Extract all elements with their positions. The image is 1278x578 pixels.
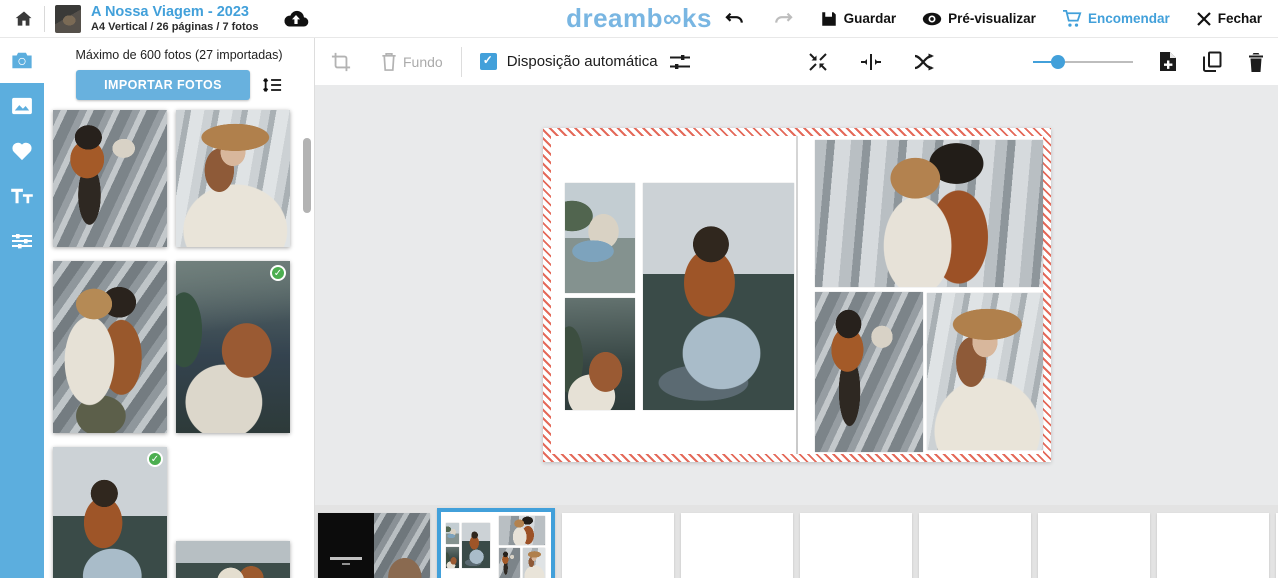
page-thumb-empty[interactable] [800, 513, 912, 578]
left-icon-rail [0, 38, 44, 578]
project-cover-thumbnail [55, 5, 81, 33]
photo-couple-in-rowboat[interactable] [176, 541, 290, 578]
photo-man-leaning-on-marble-rocks[interactable] [53, 110, 167, 247]
text-icon [10, 187, 34, 205]
photo-woman-in-hat-white-sweater[interactable] [176, 110, 290, 247]
sort-order-icon[interactable] [262, 75, 282, 95]
photo-couple-selfie-on-rocks[interactable] [53, 261, 167, 433]
divider [44, 6, 45, 32]
top-bar: A Nossa Viagem - 2023 A4 Vertical / 26 p… [0, 0, 1278, 38]
page-thumb-empty[interactable] [1157, 513, 1269, 578]
delete-page-icon[interactable] [1248, 52, 1264, 72]
spread-left-page[interactable] [551, 136, 796, 454]
sidebar-item-settings[interactable] [0, 218, 44, 263]
eye-icon [922, 11, 942, 27]
editor-toolbar: Fundo Disposição automática [315, 38, 1278, 85]
spread-photo-red-haired-woman-by-lake[interactable] [565, 298, 635, 410]
duplicate-page-icon[interactable] [1203, 51, 1222, 72]
spread-photo-woman-in-hat-portrait[interactable] [927, 293, 1043, 450]
cover-front-black [318, 513, 374, 578]
sidebar-item-layouts[interactable] [0, 83, 44, 128]
page-thumb-empty[interactable] [919, 513, 1031, 578]
page-thumb-empty[interactable] [1038, 513, 1150, 578]
page-thumbnail-strip [315, 505, 1278, 578]
background-button[interactable]: Fundo [381, 52, 443, 71]
photo-woman-lying-by-lake[interactable]: ✓ [176, 261, 290, 433]
page-thumb-empty[interactable] [562, 513, 674, 578]
cloud-upload-icon [283, 9, 309, 29]
zoom-slider-knob[interactable] [1051, 55, 1065, 69]
sidebar-item-favorites[interactable] [0, 128, 44, 173]
order-label: Encomendar [1088, 11, 1170, 26]
page-thumb-empty[interactable] [681, 513, 793, 578]
photo-used-badge: ✓ [270, 265, 286, 281]
save-label: Guardar [844, 11, 897, 26]
divider [461, 47, 462, 77]
home-icon[interactable] [14, 9, 34, 29]
close-icon [1196, 11, 1212, 27]
order-button[interactable]: Encomendar [1062, 10, 1170, 28]
spread-photo-woman-in-boat-small[interactable] [565, 183, 635, 293]
trash-icon [381, 52, 397, 71]
auto-layout-label: Disposição automática [507, 53, 658, 70]
spread-photo-man-in-boat-large[interactable] [643, 183, 794, 410]
save-button[interactable]: Guardar [820, 10, 897, 28]
project-title: A Nossa Viagem - 2023 [91, 4, 259, 21]
sidebar-item-import-photos[interactable] [0, 38, 44, 83]
spread-photo-man-leaning-on-rocks[interactable] [815, 292, 923, 452]
background-label: Fundo [403, 54, 443, 70]
page-thumb-current-spread[interactable] [437, 508, 555, 578]
collapse-arrows-icon[interactable] [808, 52, 828, 72]
zoom-slider[interactable] [1033, 55, 1133, 69]
photo-used-badge: ✓ [147, 451, 163, 467]
auto-layout-checkbox[interactable] [480, 53, 497, 70]
photo-limit-text: Máximo de 600 fotos (27 importadas) [44, 38, 314, 62]
sidebar-item-text[interactable] [0, 173, 44, 218]
photo-grid: ✓ ✓ [44, 100, 314, 578]
import-photos-button[interactable]: IMPORTAR FOTOS [76, 70, 250, 100]
editor-canvas [315, 85, 1278, 505]
preview-label: Pré-visualizar [948, 11, 1036, 26]
close-label: Fechar [1218, 11, 1262, 26]
book-spread [543, 128, 1051, 462]
photo-panel: Máximo de 600 fotos (27 importadas) IMPO… [44, 38, 315, 578]
page-thumb-cover[interactable] [318, 513, 430, 578]
align-center-horizontal-icon[interactable] [860, 53, 882, 71]
crop-button[interactable] [331, 52, 351, 72]
heart-icon [11, 141, 33, 161]
dreambooks-logo: dreamb∞ks [566, 3, 712, 34]
camera-icon [11, 51, 33, 70]
save-icon [820, 10, 838, 28]
close-button[interactable]: Fechar [1196, 11, 1262, 27]
image-icon [11, 97, 33, 115]
panel-scrollbar[interactable] [303, 138, 311, 213]
redo-icon[interactable] [772, 10, 794, 28]
spread-right-page[interactable] [798, 136, 1043, 454]
tune-icon [12, 232, 32, 250]
cover-back-photo [374, 513, 430, 578]
crop-icon [331, 52, 351, 72]
spread-photo-couple-against-marble-wall[interactable] [815, 140, 1043, 287]
preview-button[interactable]: Pré-visualizar [922, 11, 1036, 27]
shuffle-icon[interactable] [914, 53, 934, 71]
project-subtitle: A4 Vertical / 26 páginas / 7 fotos [91, 21, 259, 34]
photo-man-in-boat-reaching-water[interactable]: ✓ [53, 447, 167, 578]
undo-icon[interactable] [724, 10, 746, 28]
add-page-icon[interactable] [1159, 51, 1177, 72]
layout-tune-icon[interactable] [670, 53, 690, 71]
cart-icon [1062, 10, 1082, 28]
